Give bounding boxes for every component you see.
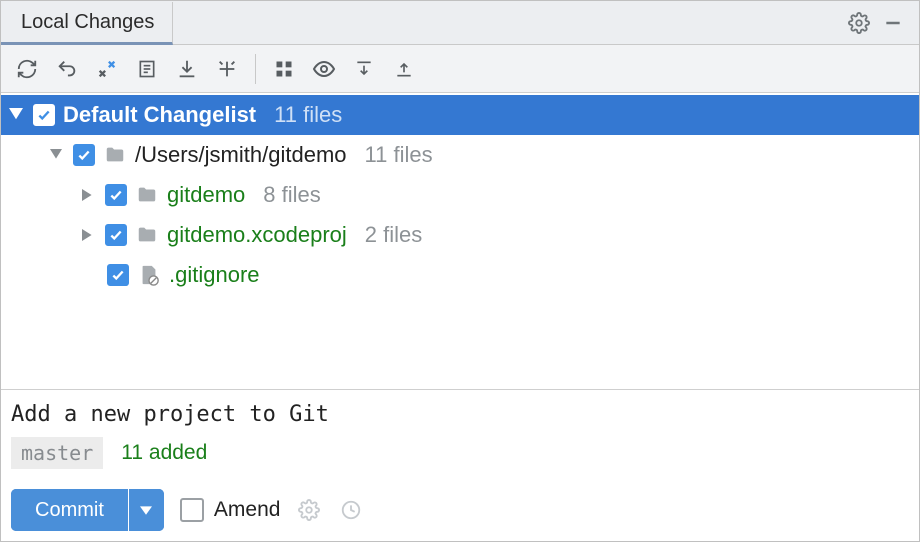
dir-label: gitdemo.xcodeproj (167, 222, 347, 248)
path-label: /Users/jsmith/gitdemo (135, 142, 347, 168)
chevron-down-icon[interactable] (47, 146, 65, 164)
file-count: 2 files (365, 222, 422, 248)
diff-icon[interactable] (89, 51, 125, 87)
folder-icon (135, 223, 159, 247)
folder-icon (135, 183, 159, 207)
tree-row-file[interactable]: .gitignore (1, 255, 919, 295)
expand-all-icon[interactable] (346, 51, 382, 87)
checkbox[interactable] (107, 264, 129, 286)
tool-window-tabs: Local Changes (1, 1, 919, 45)
summary-added: 11 added (121, 441, 207, 465)
changes-toolbar (1, 45, 919, 93)
checkbox[interactable] (105, 224, 127, 246)
checkbox[interactable] (73, 144, 95, 166)
amend-checkbox[interactable] (180, 498, 204, 522)
commit-meta: master 11 added (11, 437, 909, 469)
local-changes-panel: Local Changes (0, 0, 920, 542)
file-count: 8 files (263, 182, 320, 208)
minimize-icon[interactable] (879, 9, 907, 37)
commit-dropdown-icon[interactable] (128, 489, 164, 531)
chevron-right-icon[interactable] (79, 186, 97, 204)
gear-icon[interactable] (845, 9, 873, 37)
changelist-icon[interactable] (129, 51, 165, 87)
tab-local-changes[interactable]: Local Changes (1, 2, 173, 45)
dir-label: gitdemo (167, 182, 245, 208)
shelve-icon[interactable] (169, 51, 205, 87)
chevron-down-icon[interactable] (7, 106, 25, 124)
commit-button[interactable]: Commit (11, 489, 128, 531)
amend-label: Amend (214, 498, 281, 522)
group-by-icon[interactable] (266, 51, 302, 87)
chevron-right-icon[interactable] (79, 226, 97, 244)
unshelve-icon[interactable] (209, 51, 245, 87)
tree-row-dir[interactable]: gitdemo 8 files (1, 175, 919, 215)
changes-tree[interactable]: Default Changelist 11 files /Users/jsmit… (1, 93, 919, 389)
gear-icon[interactable] (296, 497, 322, 523)
preview-icon[interactable] (306, 51, 342, 87)
history-icon[interactable] (338, 497, 364, 523)
rollback-icon[interactable] (49, 51, 85, 87)
file-count: 11 files (274, 102, 342, 128)
commit-area: master 11 added Commit Amend (1, 389, 919, 541)
commit-message-input[interactable] (11, 402, 909, 427)
file-count: 11 files (365, 142, 433, 168)
commit-button-group: Commit (11, 489, 164, 531)
checkbox[interactable] (33, 104, 55, 126)
changelist-root[interactable]: Default Changelist 11 files (1, 95, 919, 135)
file-ignored-icon (137, 263, 161, 287)
changelist-label: Default Changelist (63, 102, 256, 128)
branch-badge: master (11, 437, 103, 469)
collapse-all-icon[interactable] (386, 51, 422, 87)
checkbox[interactable] (105, 184, 127, 206)
tree-row-repo[interactable]: /Users/jsmith/gitdemo 11 files (1, 135, 919, 175)
refresh-icon[interactable] (9, 51, 45, 87)
tree-row-dir[interactable]: gitdemo.xcodeproj 2 files (1, 215, 919, 255)
file-label: .gitignore (169, 262, 260, 288)
folder-icon (103, 143, 127, 167)
